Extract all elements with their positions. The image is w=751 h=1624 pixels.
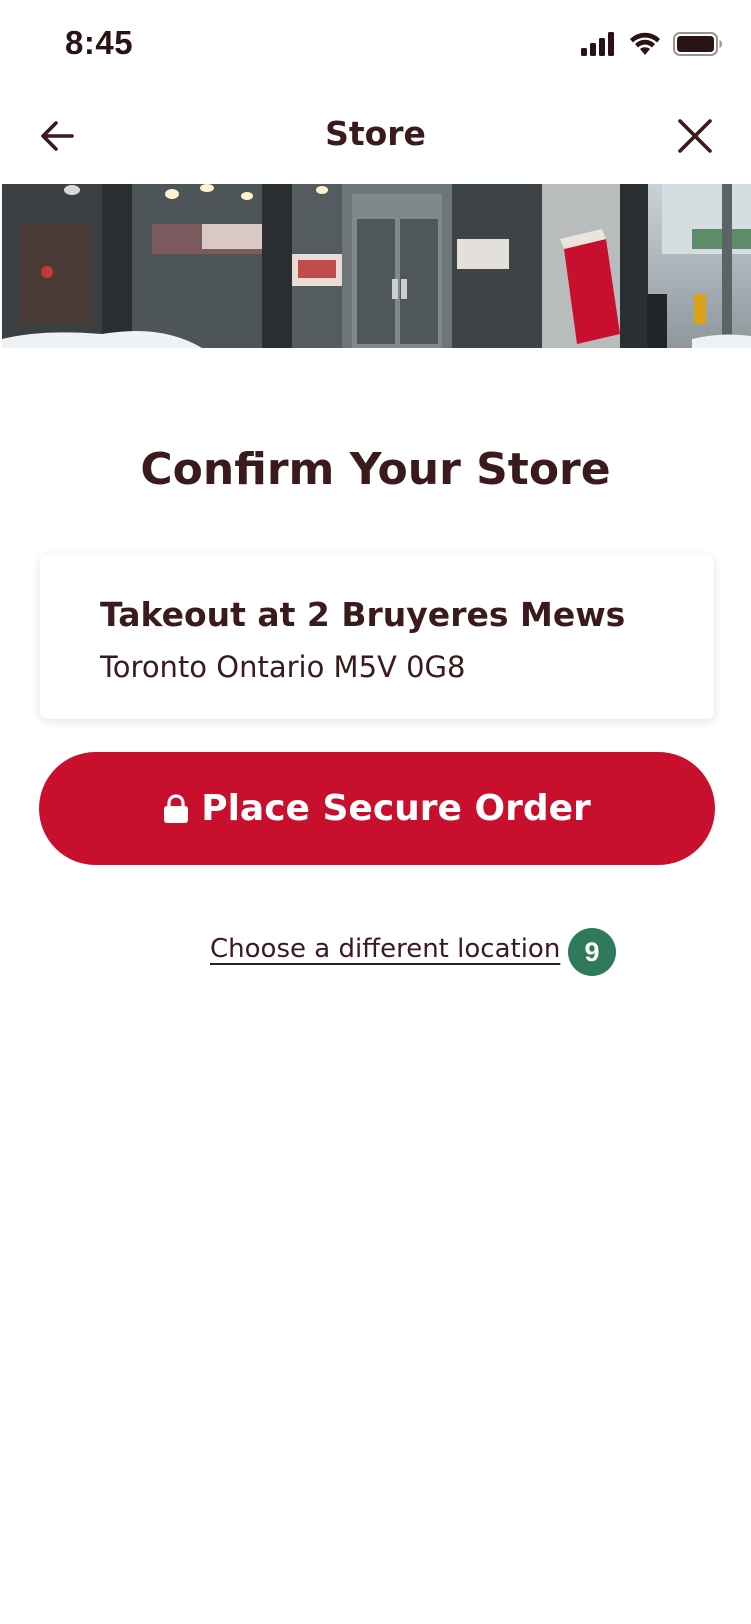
place-secure-order-button[interactable]: Place Secure Order bbox=[39, 752, 715, 865]
place-secure-order-label: Place Secure Order bbox=[201, 788, 591, 829]
status-bar: 8:45 bbox=[0, 0, 751, 92]
store-photo-icon bbox=[2, 184, 751, 348]
cellular-signal-icon bbox=[581, 32, 614, 56]
lock-icon bbox=[164, 793, 189, 823]
battery-icon bbox=[673, 32, 722, 56]
store-photo bbox=[2, 184, 751, 348]
store-address: Toronto Ontario M5V 0G8 bbox=[100, 650, 466, 684]
status-time: 8:45 bbox=[65, 24, 134, 61]
close-icon bbox=[678, 119, 712, 153]
page-title: Store bbox=[325, 114, 426, 153]
status-icons bbox=[581, 32, 723, 56]
choose-different-location-link[interactable]: Choose a different location bbox=[210, 934, 560, 964]
nav-bar: Store bbox=[0, 92, 751, 184]
close-button[interactable] bbox=[673, 114, 717, 158]
store-card: Takeout at 2 Bruyeres Mews Toronto Ontar… bbox=[40, 555, 714, 719]
count-badge: 9 bbox=[568, 928, 616, 976]
store-name: Takeout at 2 Bruyeres Mews bbox=[100, 595, 626, 634]
wifi-icon bbox=[630, 32, 660, 55]
confirm-store-heading: Confirm Your Store bbox=[140, 444, 611, 495]
